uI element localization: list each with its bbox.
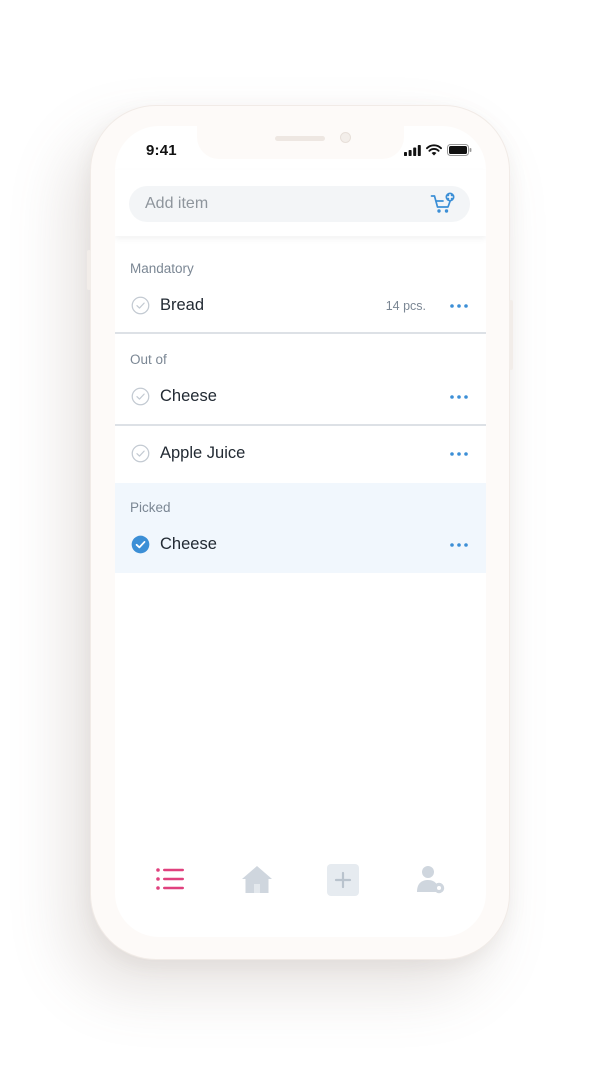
section-label-picked: Picked (130, 500, 171, 515)
front-camera (340, 132, 351, 143)
section-label-mandatory: Mandatory (130, 261, 194, 276)
add-item-input[interactable] (145, 186, 415, 222)
check-circle-outline-icon[interactable] (131, 296, 150, 315)
search-bar (129, 186, 470, 222)
list-icon (156, 868, 184, 890)
wifi-icon (426, 144, 442, 156)
tab-home[interactable] (239, 862, 275, 898)
list-item[interactable]: Cheese (115, 523, 486, 567)
more-horizontal-icon[interactable] (444, 531, 474, 559)
home-icon (242, 866, 272, 893)
list-item[interactable]: Apple Juice (115, 432, 486, 476)
battery-icon (447, 144, 472, 156)
add-to-cart-button[interactable] (430, 192, 456, 216)
tab-list[interactable] (152, 862, 188, 898)
bottom-tab-bar (115, 854, 486, 910)
section-label-out-of: Out of (130, 352, 167, 367)
stage: 9:41 Add item Mandatory Bread 14 pcs. Ou… (0, 0, 600, 1065)
phone-screen: 9:41 Add item Mandatory Bread 14 pcs. Ou… (115, 126, 486, 937)
tab-add[interactable] (325, 862, 361, 898)
section-divider (115, 332, 486, 334)
list-item[interactable]: Cheese (115, 375, 486, 419)
check-circle-filled-icon[interactable] (131, 535, 150, 554)
tab-profile[interactable] (412, 862, 448, 898)
more-horizontal-icon[interactable] (444, 292, 474, 320)
phone-side-button (509, 300, 513, 370)
search-header (115, 170, 486, 236)
cart-add-icon (430, 192, 455, 213)
item-name: Cheese (160, 535, 217, 553)
status-icons (404, 143, 472, 157)
plus-square-icon (327, 864, 359, 896)
more-horizontal-icon[interactable] (444, 383, 474, 411)
item-name: Bread (160, 296, 205, 314)
check-circle-outline-icon[interactable] (131, 444, 150, 463)
item-name: Cheese (160, 387, 217, 405)
item-quantity: 14 pcs. (385, 299, 426, 313)
speaker (275, 136, 325, 141)
list-item[interactable]: Bread 14 pcs. (115, 284, 486, 328)
item-divider (115, 424, 486, 426)
status-time: 9:41 (146, 142, 177, 159)
notch (197, 126, 404, 159)
check-circle-outline-icon[interactable] (131, 387, 150, 406)
cellular-signal-icon (404, 144, 421, 156)
phone-side-button (87, 250, 91, 290)
more-horizontal-icon[interactable] (444, 440, 474, 468)
item-name: Apple Juice (160, 444, 246, 462)
user-settings-icon (417, 866, 445, 894)
